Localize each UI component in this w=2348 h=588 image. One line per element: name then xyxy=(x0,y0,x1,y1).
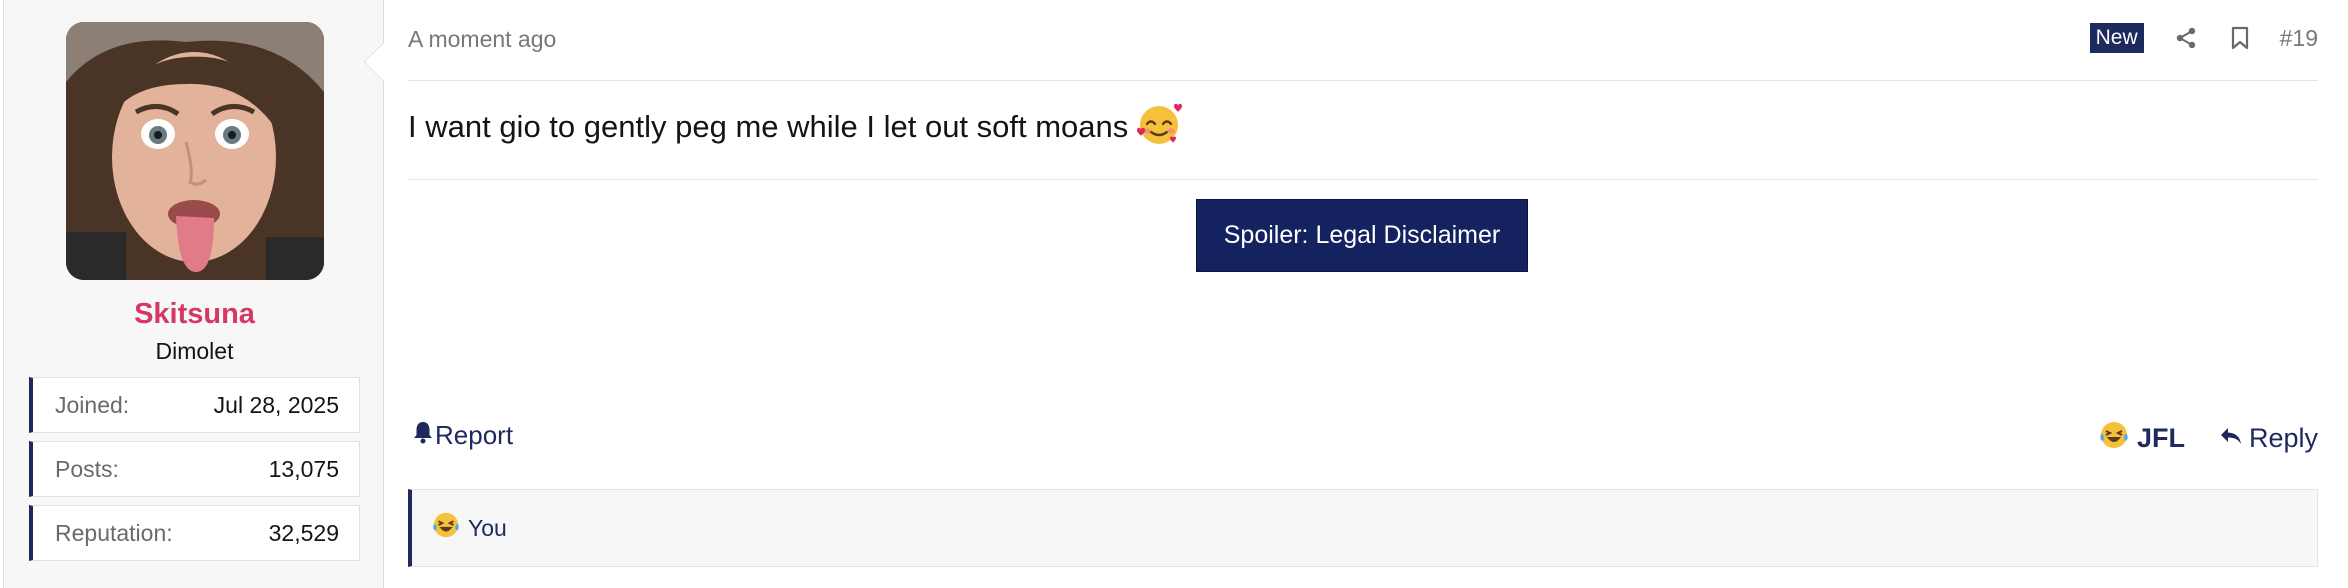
report-label: Report xyxy=(435,420,514,450)
avatar[interactable] xyxy=(66,22,324,280)
body-divider xyxy=(408,179,2318,180)
stat-reputation: Reputation: 32,529 xyxy=(29,505,360,561)
reactions-label: You xyxy=(468,514,507,541)
username[interactable]: Skitsuna xyxy=(4,298,385,331)
stat-joined: Joined: Jul 28, 2025 xyxy=(29,377,360,433)
stat-posts: Posts: 13,075 xyxy=(29,441,360,497)
stat-value: 32,529 xyxy=(268,519,339,546)
post-date[interactable]: A moment ago xyxy=(408,26,556,53)
spoiler-button[interactable]: Spoiler: Legal Disclaimer xyxy=(1196,199,1528,272)
laughing-crying-emoji xyxy=(432,511,460,545)
message-body: I want gio to gently peg me while I let … xyxy=(408,100,1183,154)
message-text: I want gio to gently peg me while I let … xyxy=(408,109,1129,144)
new-badge: New xyxy=(2089,23,2144,53)
user-title: Dimolet xyxy=(155,338,234,364)
user-sidebar: Skitsuna Dimolet Joined: Jul 28, 2025 Po… xyxy=(3,0,384,588)
stat-value: Jul 28, 2025 xyxy=(213,391,339,418)
stat-value[interactable]: 13,075 xyxy=(269,456,339,483)
stat-label: Reputation: xyxy=(55,519,173,546)
message-main: A moment ago New #19 I want gio to gentl… xyxy=(408,0,2318,588)
post-number[interactable]: #19 xyxy=(2280,25,2318,52)
share-icon[interactable] xyxy=(2172,24,2200,52)
smiling-face-with-hearts-emoji xyxy=(1136,100,1183,154)
bell-icon xyxy=(413,420,433,451)
jfl-reaction-button[interactable]: JFL xyxy=(2099,420,2185,457)
post-actions: JFL Reply xyxy=(2099,420,2318,457)
reactions-bar[interactable]: You xyxy=(408,489,2318,567)
laughing-crying-emoji xyxy=(2099,420,2129,457)
message-header: A moment ago New #19 xyxy=(408,0,2318,81)
report-link[interactable]: Report xyxy=(413,420,513,451)
forum-post: Skitsuna Dimolet Joined: Jul 28, 2025 Po… xyxy=(0,0,2348,588)
stat-label: Joined: xyxy=(55,391,130,418)
sidebar-arrow xyxy=(364,42,384,82)
header-actions: New #19 xyxy=(2089,22,2318,54)
reply-arrow-icon xyxy=(2219,423,2243,454)
bookmark-icon[interactable] xyxy=(2226,24,2254,52)
reply-button[interactable]: Reply xyxy=(2219,423,2318,454)
stat-label: Posts: xyxy=(55,455,119,482)
jfl-label: JFL xyxy=(2136,423,2185,453)
reply-label: Reply xyxy=(2248,423,2318,453)
